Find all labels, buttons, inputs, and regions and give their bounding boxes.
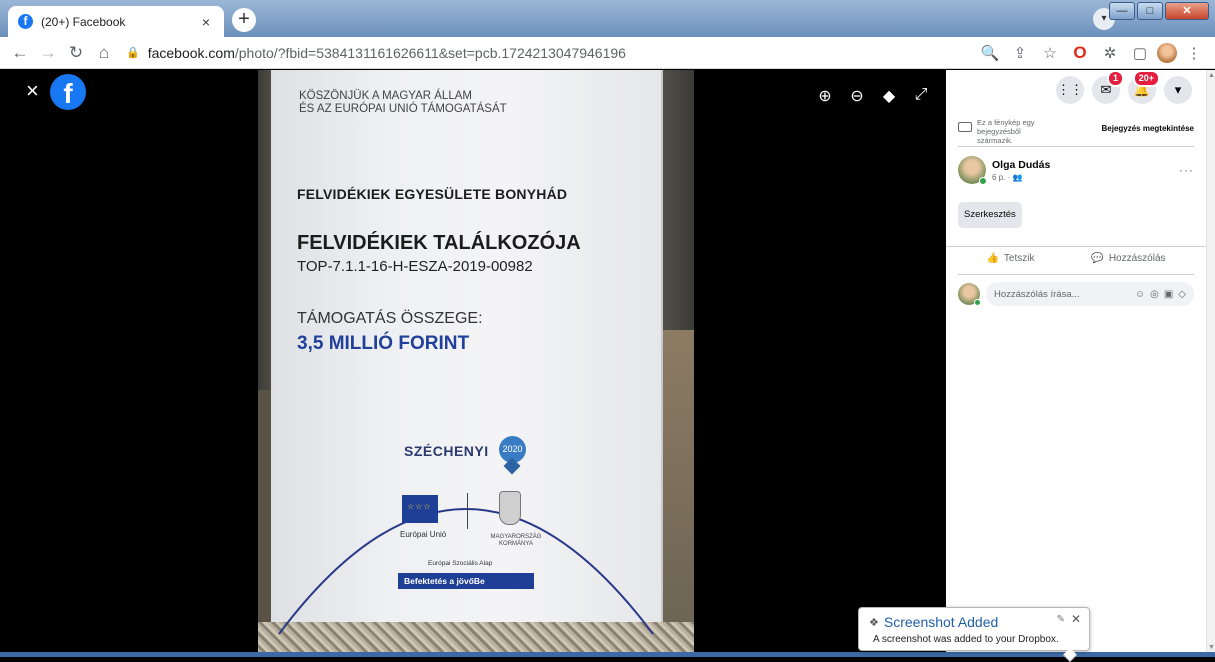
messenger-badge: 1	[1106, 70, 1124, 87]
account-caret-icon[interactable]: ▾	[1164, 76, 1192, 104]
post-time[interactable]: 6 p. · 👥	[992, 173, 1050, 182]
sign-esf-label: Európai Szociális Alap	[428, 560, 493, 567]
sign-invest-banner: Befektetés a jövőBe	[398, 573, 534, 589]
panel-scrollbar[interactable]: ▲ ▼	[1206, 70, 1215, 657]
fullscreen-icon[interactable]: ⤢	[912, 86, 930, 106]
post-author: Olga Dudás 6 p. · 👥 ···	[958, 156, 1194, 185]
close-window-button[interactable]: ✕	[1165, 2, 1209, 20]
share-icon[interactable]: ⇪	[1007, 44, 1033, 62]
comment-button[interactable]: 💬 Hozzászólás	[1091, 253, 1165, 264]
home-icon[interactable]: ⌂	[90, 43, 118, 63]
profile-avatar[interactable]	[1157, 42, 1177, 63]
sign-eu-label: Európai Unió	[400, 530, 447, 539]
toast-close-icon[interactable]: ✕	[1071, 612, 1081, 626]
forward-icon[interactable]: →	[34, 43, 62, 63]
toolbar-actions: 🔍 ⇪ ☆ O ✲ ▢ ⋮	[977, 42, 1207, 63]
screen: f (20+) Facebook × + ▾ — □ ✕ ← → ↻ ⌂ 🔒 f…	[0, 0, 1215, 662]
emoji-icon[interactable]: ☺	[1135, 289, 1145, 300]
sign-project-code: TOP-7.1.1-16-H-ESZA-2019-00982	[297, 258, 533, 275]
hungary-crest-icon	[499, 491, 521, 525]
sign-event-title: FELVIDÉKIEK TALÁLKOZÓJA	[297, 232, 581, 254]
my-avatar[interactable]	[958, 283, 981, 306]
sign-support-label: TÁMOGATÁS ÖSSZEGE:	[297, 310, 483, 327]
sign-association: FELVIDÉKIEK EGYESÜLETE BONYHÁD	[297, 186, 568, 202]
thumbs-up-icon: 👍	[986, 253, 999, 264]
facebook-logo-icon[interactable]: f	[50, 74, 86, 110]
sticker-icon[interactable]: ◇	[1178, 289, 1186, 300]
address-bar[interactable]: 🔒 facebook.com/photo/?fbid=5384131161626…	[126, 40, 977, 66]
menu-grid-icon[interactable]: ⋮⋮	[1056, 76, 1084, 104]
tab-facebook[interactable]: f (20+) Facebook ×	[8, 6, 224, 37]
scroll-down-icon[interactable]: ▼	[1208, 644, 1215, 651]
toast-pointer	[1062, 647, 1078, 662]
online-status-dot	[979, 177, 987, 185]
zoom-icon[interactable]: 🔍	[977, 44, 1003, 62]
comment-bubble-icon: 💬	[1091, 253, 1104, 264]
author-name[interactable]: Olga Dudás	[992, 159, 1050, 171]
sign-amount: 3,5 MILLIÓ FORINT	[297, 333, 470, 354]
facebook-favicon-icon: f	[18, 14, 33, 29]
notifications-bell-icon[interactable]: 🔔 20+	[1128, 70, 1160, 104]
divider	[958, 146, 1194, 147]
camera-icon[interactable]: ◎	[1150, 289, 1159, 300]
new-tab-button[interactable]: +	[232, 8, 256, 32]
post-icon	[958, 122, 972, 132]
more-options-icon[interactable]: ···	[1179, 163, 1194, 177]
tab-title: (20+) Facebook	[41, 14, 126, 29]
tab-close-icon[interactable]: ×	[198, 14, 214, 30]
eu-flag-icon	[402, 495, 438, 523]
bookmark-star-icon[interactable]: ☆	[1037, 44, 1063, 62]
toast-message: A screenshot was added to your Dropbox.	[873, 634, 1059, 645]
view-post-link[interactable]: Bejegyzés megtekintése	[1102, 124, 1195, 133]
zoom-in-icon[interactable]: ⊕	[816, 86, 834, 106]
messenger-icon[interactable]: ✉ 1	[1092, 70, 1124, 104]
online-status-dot	[974, 299, 981, 306]
dropbox-icon: ❖	[869, 616, 879, 629]
post-side-panel: ⋮⋮ ✉ 1 🔔 20+ ▾ Ez a fénykép egy bejegyzésb…	[946, 70, 1206, 657]
dropbox-notification[interactable]: ❖ Screenshot Added ✎ ✕ A screenshot was …	[858, 607, 1090, 662]
extensions-puzzle-icon[interactable]: ✲	[1097, 44, 1123, 62]
edit-button[interactable]: Szerkesztés	[958, 202, 1022, 228]
gif-icon[interactable]: ▣	[1164, 289, 1173, 300]
browser-toolbar: ← → ↻ ⌂ 🔒 facebook.com/photo/?fbid=53841…	[0, 37, 1215, 69]
post-actions: 👍 Tetszik 💬 Hozzászólás	[958, 253, 1194, 264]
comment-placeholder: Hozzászólás írása...	[994, 288, 1080, 300]
comment-input[interactable]: Hozzászólás írása... ☺ ◎ ▣ ◇	[986, 282, 1194, 306]
toast-title-row: ❖ Screenshot Added	[869, 614, 998, 630]
like-button[interactable]: 👍 Tetszik	[986, 253, 1034, 264]
browser-tab-strip: f (20+) Facebook × + ▾ — □ ✕	[0, 0, 1215, 37]
back-icon[interactable]: ←	[6, 43, 34, 63]
pin-icon[interactable]: ✎	[1057, 614, 1065, 625]
divider	[946, 246, 1206, 247]
maximize-button[interactable]: □	[1137, 2, 1163, 20]
taskbar-edge	[0, 652, 1215, 657]
window-controls: — □ ✕	[1109, 2, 1209, 20]
photo-right-pillar	[660, 330, 694, 630]
sign-gov-label: MAGYARORSZÁG KORMÁNYA	[490, 534, 542, 547]
url-text: facebook.com/photo/?fbid=538413116162661…	[147, 44, 626, 61]
zoom-out-icon[interactable]: ⊖	[848, 86, 866, 106]
menu-kebab-icon[interactable]: ⋮	[1181, 44, 1207, 62]
lock-icon[interactable]: 🔒	[126, 46, 140, 59]
top-right-nav: ⋮⋮ ✉ 1 🔔 20+ ▾	[1056, 70, 1192, 104]
scroll-up-icon[interactable]: ▲	[1208, 72, 1215, 79]
reload-icon[interactable]: ↻	[62, 43, 90, 63]
comment-composer: Hozzászólás írása... ☺ ◎ ▣ ◇	[958, 282, 1194, 306]
divider	[958, 274, 1194, 275]
author-avatar[interactable]	[958, 156, 987, 185]
post-origin-note: Ez a fénykép egy bejegyzésből származik.…	[958, 118, 1194, 145]
opera-extension-icon[interactable]: O	[1067, 43, 1093, 63]
tag-icon[interactable]: ◆	[880, 86, 898, 106]
notification-badge: 20+	[1132, 70, 1160, 87]
sign-divider	[467, 493, 468, 529]
side-panel-icon[interactable]: ▢	[1127, 44, 1153, 62]
toast-title: Screenshot Added	[883, 614, 999, 630]
close-viewer-icon[interactable]: ×	[26, 78, 39, 104]
sign-szechenyi: SZÉCHENYI	[404, 443, 489, 459]
minimize-button[interactable]: —	[1109, 2, 1135, 20]
origin-text: Ez a fénykép egy bejegyzésből származik.	[977, 118, 1035, 145]
sign-thanks-text: KÖSZÖNJÜK A MAGYAR ÁLLAM ÉS AZ EURÓPAI U…	[299, 90, 507, 115]
